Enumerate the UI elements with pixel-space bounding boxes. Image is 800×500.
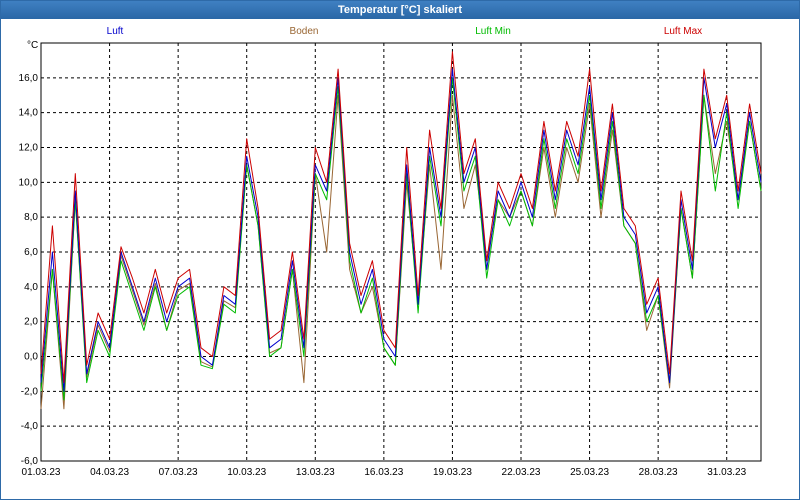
y-tick-label: 14,0: [19, 108, 39, 119]
y-tick-label: 12,0: [19, 143, 39, 154]
x-tick-labels: 01.03.23 04.03.23 07.03.23 10.03.23 13.03.23…: [22, 467, 747, 478]
y-tick-label: -2,0: [21, 386, 39, 397]
x-tick-label: 01.03.23: [22, 467, 61, 478]
x-tick-label: 28.03.23: [639, 467, 678, 478]
series-line-luft: [40, 68, 762, 392]
x-tick-label: 16.03.23: [364, 467, 403, 478]
y-tick-label: -6,0: [21, 456, 39, 467]
y-tick-label: 8,0: [24, 212, 38, 223]
legend-entry-boden: Boden: [290, 26, 319, 37]
y-tick-label: 10,0: [19, 177, 39, 188]
legend: Luft Boden Luft Min Luft Max: [107, 26, 703, 37]
y-tick-labels: -6,0 -4,0 -2,0 0,0 2,0 4,0 6,0 8,0 10,0 12,0 14,0 1…: [19, 73, 39, 467]
x-tick-label: 04.03.23: [90, 467, 129, 478]
x-tick-label: 22.03.23: [502, 467, 541, 478]
x-tick-label: 19.03.23: [433, 467, 472, 478]
y-tick-label: 2,0: [24, 317, 38, 328]
x-tick-label: 10.03.23: [227, 467, 266, 478]
x-tick-label: 31.03.23: [707, 467, 746, 478]
y-axis-label: °C: [27, 40, 38, 51]
legend-entry-luft: Luft: [107, 26, 124, 37]
y-tick-label: 16,0: [19, 73, 39, 84]
legend-entry-luft-max: Luft Max: [664, 26, 702, 37]
y-tick-label: 4,0: [24, 282, 38, 293]
y-tick-label: 0,0: [24, 352, 38, 363]
legend-entry-luft-min: Luft Min: [475, 26, 511, 37]
x-tick-label: 25.03.23: [570, 467, 609, 478]
y-tick-label: 6,0: [24, 247, 38, 258]
temperature-chart: -6,0 -4,0 -2,0 0,0 2,0 4,0 6,0 8,0 10,0 12,0 14,0 1…: [19, 26, 762, 478]
y-tick-label: -4,0: [21, 421, 39, 432]
x-tick-label: 13.03.23: [296, 467, 335, 478]
chart-window: Temperatur [°C] skaliert -6,0 -4,0 -2,0 0,0…: [0, 0, 800, 500]
x-tick-label: 07.03.23: [159, 467, 198, 478]
series-lines: [40, 51, 762, 410]
